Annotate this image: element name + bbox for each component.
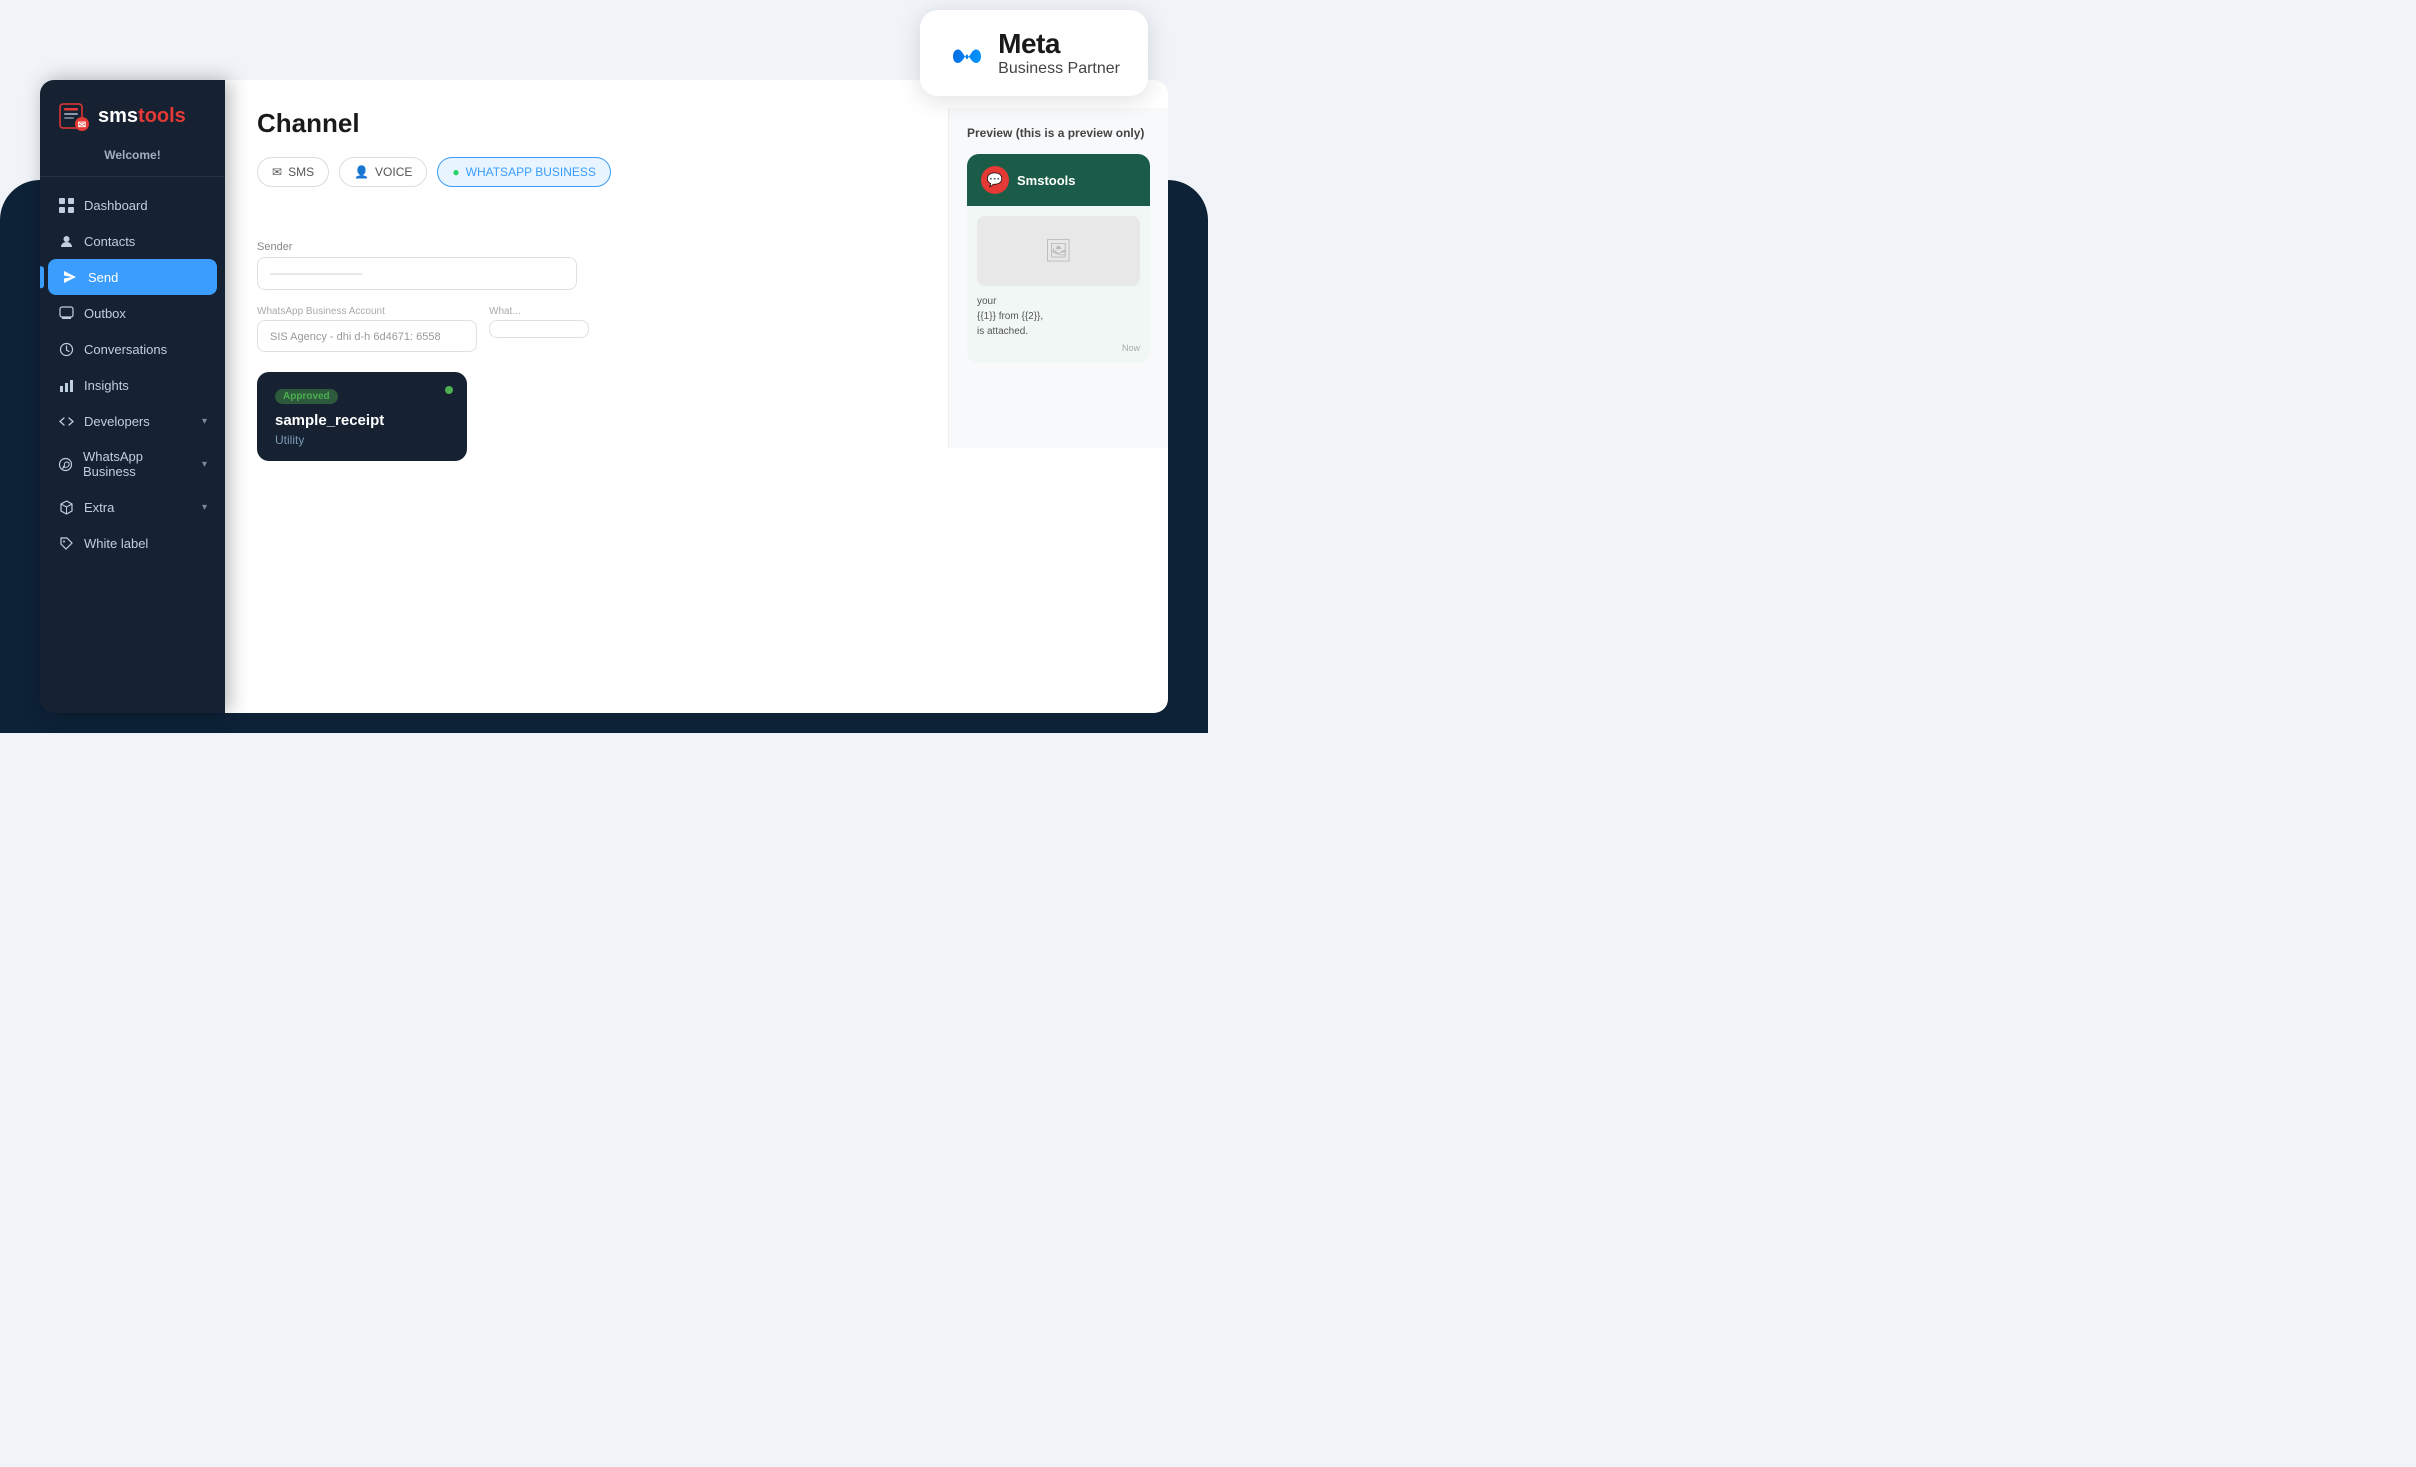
developers-label: Developers <box>84 414 150 429</box>
preview-body: 🖼 your {{1}} from {{2}}, is attached. No… <box>967 206 1150 363</box>
whitelabel-label: White label <box>84 536 148 551</box>
wa-template-field-group: What... <box>489 306 589 352</box>
sidebar-item-conversations[interactable]: Conversations <box>40 331 225 367</box>
template-badge: Approved <box>275 389 338 404</box>
outbox-icon <box>58 305 74 321</box>
developers-arrow: ▾ <box>202 416 207 427</box>
preview-time: Now <box>977 343 1140 353</box>
sidebar-item-extra[interactable]: Extra ▾ <box>40 489 225 525</box>
logo-sms: sms <box>98 105 138 127</box>
voice-tab-label: VOICE <box>375 165 412 179</box>
sidebar-item-insights[interactable]: Insights <box>40 367 225 403</box>
preview-title: Preview (this is a preview only) <box>967 126 1150 140</box>
whatsapp-label: WhatsApp Business <box>83 449 192 479</box>
sidebar-logo: ✉ smstools <box>40 100 225 148</box>
preview-message-text: your {{1}} from {{2}}, is attached. <box>977 294 1140 339</box>
sidebar: ✉ smstools Welcome! Dashboard <box>40 80 225 713</box>
voice-tab-icon: 👤 <box>354 165 369 179</box>
preview-text-line2: {{1}} from {{2}}, <box>977 311 1043 322</box>
whatsapp-tab-label: WHATSAPP BUSINESS <box>466 165 596 179</box>
sidebar-item-developers[interactable]: Developers ▾ <box>40 403 225 439</box>
sidebar-item-outbox[interactable]: Outbox <box>40 295 225 331</box>
preview-header: 💬 Smstools <box>967 154 1150 206</box>
wa-template-input[interactable] <box>489 320 589 338</box>
tag-icon <box>58 535 74 551</box>
sms-tab-label: SMS <box>288 165 314 179</box>
logo-tools: tools <box>138 105 186 127</box>
box-icon <box>58 499 74 515</box>
template-card[interactable]: Approved sample_receipt Utility <box>257 372 467 461</box>
whatsapp-arrow: ▾ <box>202 459 207 470</box>
sidebar-item-whatsapp[interactable]: WhatsApp Business ▾ <box>40 439 225 489</box>
preview-brand: Smstools <box>1017 173 1076 188</box>
chat-icon: 💬 <box>987 172 1003 188</box>
wa-template-label: What... <box>489 306 589 317</box>
template-name: sample_receipt <box>275 412 449 429</box>
sender-input[interactable] <box>257 257 577 290</box>
preview-text-line3: is attached. <box>977 326 1028 337</box>
extra-arrow: ▾ <box>202 502 207 513</box>
image-icon: 🖼 <box>1045 238 1073 264</box>
logo-text: smstools <box>98 105 186 128</box>
whatsapp-icon <box>58 456 73 472</box>
code-icon <box>58 413 74 429</box>
wa-account-text: SIS Agency - dhi d-h 6d4671: 6558 <box>270 331 441 343</box>
sidebar-nav: Dashboard Contacts Se <box>40 177 225 693</box>
preview-text-line1: your <box>977 296 996 307</box>
person-icon <box>58 233 74 249</box>
extra-label: Extra <box>84 500 114 515</box>
grid-icon <box>58 197 74 213</box>
wa-account-label: WhatsApp Business Account <box>257 306 477 317</box>
sidebar-item-contacts[interactable]: Contacts <box>40 223 225 259</box>
wa-account-value[interactable]: SIS Agency - dhi d-h 6d4671: 6558 <box>257 320 477 352</box>
meta-text-block: Meta Business Partner <box>998 28 1120 78</box>
preview-image-placeholder: 🖼 <box>977 216 1140 286</box>
app-container: ✉ smstools Welcome! Dashboard <box>40 80 1168 713</box>
sms-tab-icon: ✉ <box>272 165 282 179</box>
insights-label: Insights <box>84 378 129 393</box>
meta-logo-icon <box>948 34 986 72</box>
conversations-icon <box>58 341 74 357</box>
dashboard-label: Dashboard <box>84 198 148 213</box>
template-type: Utility <box>275 433 449 447</box>
conversations-label: Conversations <box>84 342 167 357</box>
outbox-label: Outbox <box>84 306 126 321</box>
svg-text:✉: ✉ <box>78 120 86 131</box>
smstools-logo-icon: ✉ <box>58 100 90 132</box>
sidebar-item-dashboard[interactable]: Dashboard <box>40 187 225 223</box>
meta-subtitle: Business Partner <box>998 60 1120 78</box>
meta-title: Meta <box>998 28 1120 60</box>
tab-whatsapp[interactable]: ● WHATSAPP BUSINESS <box>437 157 611 187</box>
sidebar-item-send[interactable]: Send <box>48 259 217 295</box>
preview-avatar: 💬 <box>981 166 1009 194</box>
contacts-label: Contacts <box>84 234 135 249</box>
whatsapp-tab-icon: ● <box>452 165 459 179</box>
send-icon <box>62 269 78 285</box>
template-status-dot <box>445 386 453 394</box>
main-panel: Channel ✉ SMS 👤 VOICE ● WHATSAPP BUSINES… <box>225 80 1168 713</box>
preview-panel: Preview (this is a preview only) 💬 Smsto… <box>948 108 1168 448</box>
sidebar-item-whitelabel[interactable]: White label <box>40 525 225 561</box>
tab-sms[interactable]: ✉ SMS <box>257 157 329 187</box>
meta-partner-card: Meta Business Partner <box>920 10 1148 96</box>
send-label: Send <box>88 270 118 285</box>
tab-voice[interactable]: 👤 VOICE <box>339 157 427 187</box>
wa-account-field-group: WhatsApp Business Account SIS Agency - d… <box>257 306 477 352</box>
insights-icon <box>58 377 74 393</box>
welcome-text: Welcome! <box>40 148 225 177</box>
